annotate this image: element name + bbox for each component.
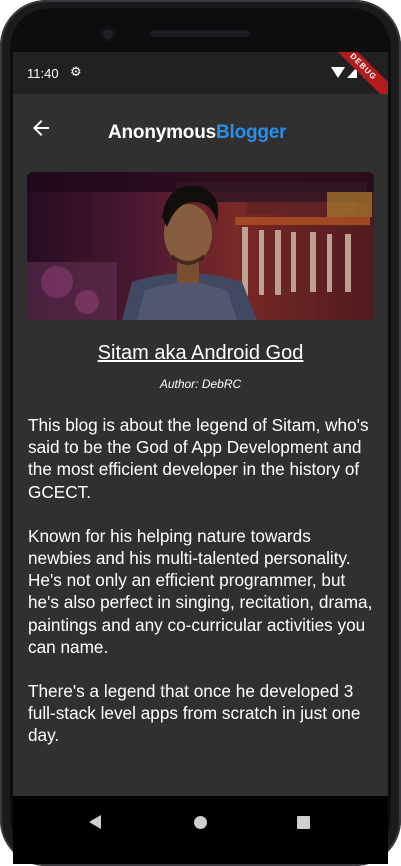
screen: 11:40 ⚙ DEBUG AnonymousBlogger Sitam aka… — [13, 52, 388, 864]
blog-author: Author: DebRC — [159, 377, 242, 391]
speaker-grille — [150, 30, 250, 37]
app-title-blogger: Blogger — [215, 122, 287, 143]
gear-icon: ⚙ — [70, 65, 82, 80]
nav-home-icon[interactable] — [194, 816, 207, 829]
blog-cover-photo — [27, 172, 374, 320]
wifi-icon — [331, 67, 345, 78]
blog-paragraph: This blog is about the legend of Sitam, … — [28, 415, 369, 502]
blog-paragraph: Known for his helping nature towards new… — [28, 525, 373, 657]
blog-paragraph: There's a legend that once he developed … — [28, 681, 361, 746]
app-title: AnonymousBlogger — [108, 122, 287, 144]
camera-icon — [100, 26, 116, 42]
nav-recents-icon[interactable] — [297, 816, 310, 829]
blog-cover-image — [27, 172, 374, 320]
app-title-anonymous: Anonymous — [108, 122, 216, 143]
status-time: 11:40 — [27, 66, 59, 81]
blog-title: Sitam aka Android God — [97, 342, 304, 364]
blog-body: This blog is about the legend of Sitam, … — [28, 414, 376, 769]
system-nav-bar — [13, 796, 388, 864]
phone-frame: 11:40 ⚙ DEBUG AnonymousBlogger Sitam aka… — [0, 0, 401, 866]
app-bar: AnonymousBlogger — [13, 94, 388, 176]
nav-back-icon[interactable] — [89, 815, 101, 829]
status-bar: 11:40 ⚙ DEBUG — [13, 52, 388, 111]
arrow-back-icon[interactable] — [29, 116, 53, 140]
